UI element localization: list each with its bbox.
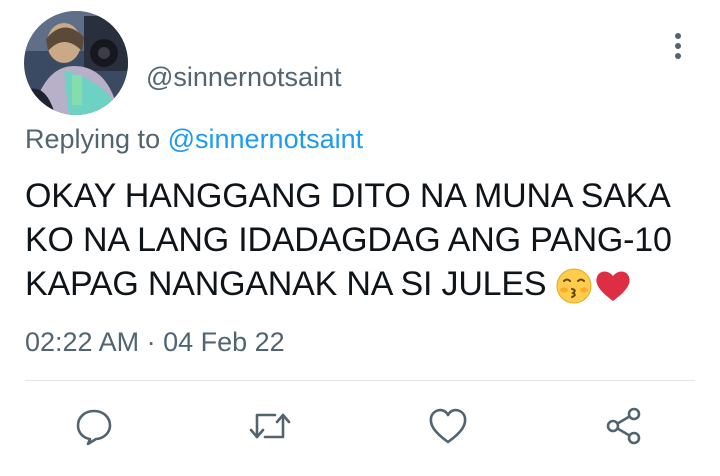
like-icon xyxy=(428,407,468,450)
tweet-time: 02:22 AM xyxy=(25,327,140,357)
retweet-button[interactable] xyxy=(248,407,292,450)
share-icon xyxy=(604,407,644,450)
tweet-text-line: KO NA LANG IDADAGDAG ANG PANG-10 xyxy=(25,221,672,259)
kissing-face-emoji xyxy=(556,268,592,315)
tweet-date: 04 Feb 22 xyxy=(163,327,285,357)
reply-icon xyxy=(75,407,113,450)
username[interactable]: @sinnernotsaint xyxy=(146,62,342,93)
share-button[interactable] xyxy=(604,407,644,450)
tweet-text-line: OKAY HANGGANG DITO NA MUNA SAKA xyxy=(25,177,671,215)
retweet-icon xyxy=(248,407,292,450)
tweet-text-line: KAPAG NANGANAK NA SI JULES xyxy=(25,262,705,315)
red-heart-emoji xyxy=(594,268,632,315)
tweet-text: OKAY HANGGANG DITO NA MUNA SAKA KO NA LA… xyxy=(25,174,705,315)
timestamp[interactable]: 02:22 AM · 04 Feb 22 xyxy=(25,327,285,358)
meta-separator: · xyxy=(146,327,156,357)
more-options-icon[interactable] xyxy=(664,30,692,64)
replying-to: Replying to @sinnernotsaint xyxy=(25,124,363,155)
reply-mention-link[interactable]: @sinnernotsaint xyxy=(168,124,364,154)
divider xyxy=(25,380,695,381)
avatar[interactable] xyxy=(24,11,128,115)
reply-button[interactable] xyxy=(74,408,114,448)
replying-prefix: Replying to xyxy=(25,124,161,154)
tweet-text-segment: KAPAG NANGANAK NA SI JULES xyxy=(25,265,547,303)
like-button[interactable] xyxy=(428,408,468,448)
